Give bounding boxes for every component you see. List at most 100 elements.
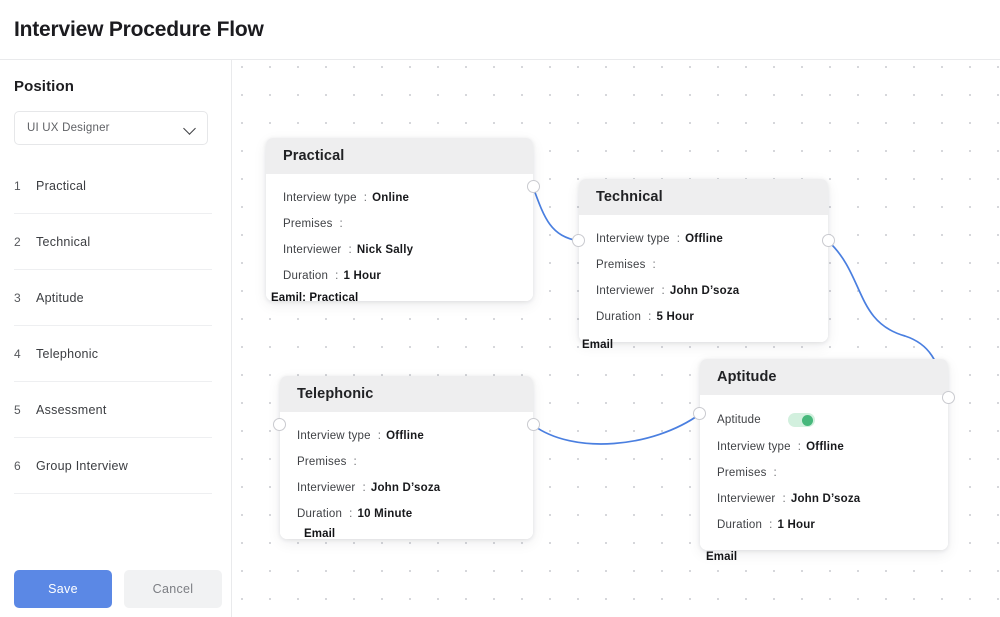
row-key: Interview type (283, 192, 357, 204)
node-header: Technical (579, 179, 828, 215)
row-key: Interview type (717, 441, 791, 453)
row-key: Premises (283, 218, 333, 230)
node-handle-right[interactable] (527, 180, 540, 193)
row-separator: : (652, 259, 656, 271)
step-label: Group Interview (36, 458, 128, 473)
row-value: John D’soza (669, 285, 740, 297)
cancel-button[interactable]: Cancel (124, 570, 222, 608)
row-key: Duration (717, 519, 763, 531)
step-number: 5 (14, 402, 21, 417)
node-header: Telephonic (280, 376, 533, 412)
row-value: Offline (386, 430, 424, 442)
row-separator: : (348, 244, 352, 256)
node-body: Interview type : Offline Premises : Inte… (280, 412, 533, 539)
position-select[interactable]: UI UX Designer (14, 111, 208, 145)
node-aptitude[interactable]: Aptitude Aptitude Interview type : Offli… (693, 359, 955, 550)
row-separator: : (349, 508, 353, 520)
step-number: 1 (14, 178, 21, 193)
sidebar-item-assessment[interactable]: 5 Assessment (14, 382, 212, 438)
position-select-value: UI UX Designer (27, 122, 110, 134)
node-handle-right[interactable] (822, 234, 835, 247)
node-handle-left[interactable] (693, 407, 706, 420)
step-label: Assessment (36, 402, 107, 417)
node-body: Interview type : Offline Premises : Inte… (579, 215, 828, 342)
row-value: Offline (685, 233, 723, 245)
aptitude-toggle[interactable] (787, 413, 815, 427)
sidebar-item-practical[interactable]: 1 Practical (14, 158, 212, 214)
step-label: Aptitude (36, 290, 84, 305)
row-key: Premises (596, 259, 646, 271)
node-row-duration: Duration : 1 Hour (717, 512, 948, 538)
node-handle-left[interactable] (273, 418, 286, 431)
row-key: Premises (717, 467, 767, 479)
node-row-interviewer: Interviewer : John D’soza (297, 475, 533, 501)
row-key: Duration (297, 508, 343, 520)
edge-telephonic-aptitude (532, 413, 701, 445)
node-handle-right[interactable] (527, 418, 540, 431)
row-key: Interview type (297, 430, 371, 442)
node-telephonic[interactable]: Telephonic Interview type : Offline Prem… (273, 376, 540, 539)
row-separator: : (676, 233, 681, 245)
node-technical[interactable]: Technical Interview type : Offline Premi… (572, 179, 835, 342)
chevron-down-icon (184, 122, 197, 135)
node-header: Aptitude (700, 359, 948, 395)
node-row-premises: Premises : (717, 460, 948, 486)
row-key: Interview type (596, 233, 670, 245)
row-separator: : (782, 493, 786, 505)
sidebar-item-group-interview[interactable]: 6 Group Interview (14, 438, 212, 494)
sidebar-item-telephonic[interactable]: 4 Telephonic (14, 326, 212, 382)
row-separator: : (363, 192, 368, 204)
row-value: 1 Hour (777, 519, 816, 531)
email-tag-practical: Eamil: Practical (271, 292, 359, 304)
row-separator: : (377, 430, 382, 442)
step-number: 4 (14, 346, 21, 361)
node-handle-left[interactable] (572, 234, 585, 247)
step-label: Telephonic (36, 346, 99, 361)
flow-canvas[interactable]: Practical Interview type : Online Premis… (233, 60, 1000, 617)
row-key: Premises (297, 456, 347, 468)
node-row-premises: Premises : (596, 252, 828, 278)
row-separator: : (773, 467, 777, 479)
email-tag-telephonic: Email (304, 528, 336, 540)
sidebar-item-technical[interactable]: 2 Technical (14, 214, 212, 270)
save-button[interactable]: Save (14, 570, 112, 608)
node-row-premises: Premises : (283, 211, 533, 237)
toggle-label: Aptitude (717, 414, 761, 426)
node-handle-right[interactable] (942, 391, 955, 404)
node-row-interview-type: Interview type : Offline (297, 423, 533, 449)
node-practical[interactable]: Practical Interview type : Online Premis… (266, 138, 540, 301)
row-separator: : (648, 311, 652, 323)
step-list: 1 Practical 2 Technical 3 Aptitude 4 Tel… (14, 158, 212, 494)
sidebar-actions: Save Cancel (14, 570, 222, 608)
row-value: 5 Hour (656, 311, 695, 323)
node-row-premises: Premises : (297, 449, 533, 475)
step-number: 2 (14, 234, 21, 249)
node-row-interview-type: Interview type : Offline (717, 434, 948, 460)
node-row-aptitude-toggle: Aptitude (717, 406, 948, 434)
node-title: Telephonic (297, 386, 374, 402)
step-number: 3 (14, 290, 21, 305)
row-separator: : (353, 456, 357, 468)
row-separator: : (339, 218, 343, 230)
sidebar: Position UI UX Designer 1 Practical 2 Te… (0, 60, 232, 617)
step-label: Practical (36, 178, 87, 193)
toggle-knob (802, 414, 814, 426)
node-row-interviewer: Interviewer : John D’soza (596, 278, 828, 304)
row-key: Duration (283, 270, 329, 282)
row-separator: : (661, 285, 665, 297)
row-separator: : (769, 519, 773, 531)
page-title: Interview Procedure Flow (14, 17, 264, 41)
step-number: 6 (14, 458, 21, 473)
row-value: Nick Sally (356, 244, 414, 256)
edge-practical-technical (532, 186, 580, 242)
node-row-interviewer: Interviewer : John D’soza (717, 486, 948, 512)
node-title: Technical (596, 189, 663, 205)
node-row-duration: Duration : 5 Hour (596, 304, 828, 330)
node-body: Interview type : Online Premises : Inter… (266, 174, 533, 301)
email-tag-technical: Email (582, 339, 614, 351)
node-row-interviewer: Interviewer : Nick Sally (283, 237, 533, 263)
sidebar-item-aptitude[interactable]: 3 Aptitude (14, 270, 212, 326)
row-value: John D’soza (370, 482, 441, 494)
row-separator: : (335, 270, 339, 282)
node-row-duration: Duration : 10 Minute (297, 501, 533, 527)
